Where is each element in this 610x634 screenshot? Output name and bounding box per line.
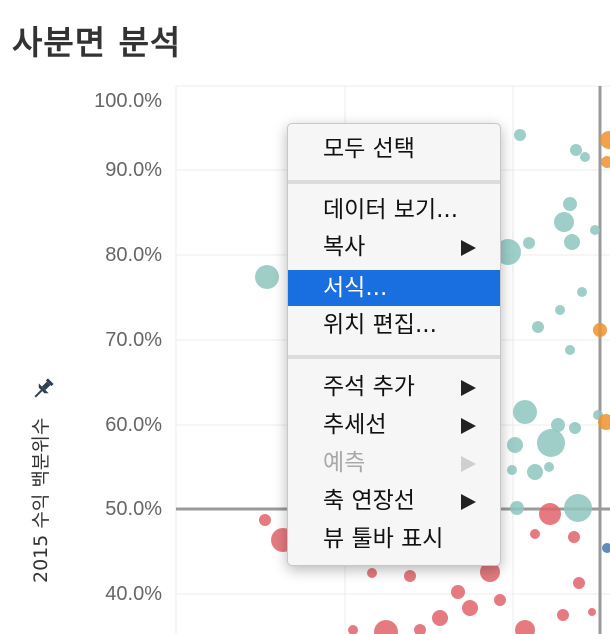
data-point — [532, 321, 544, 333]
menu-item-label: 데이터 보기... — [323, 197, 459, 223]
menu-item-add-annotation[interactable]: 주석 추가 — [288, 369, 500, 405]
menu-separator — [288, 355, 500, 359]
data-point — [374, 620, 398, 634]
menu-item-forecast: 예측 — [288, 445, 500, 481]
data-point — [580, 152, 590, 162]
data-point — [577, 287, 587, 297]
menu-item-label: 서식... — [323, 275, 388, 301]
data-point — [544, 462, 554, 472]
data-point — [527, 464, 543, 480]
data-point — [539, 503, 561, 525]
submenu-arrow-icon — [461, 494, 476, 510]
data-point — [451, 585, 465, 599]
data-point — [555, 305, 565, 315]
data-point — [530, 529, 540, 539]
submenu-arrow-icon — [461, 418, 476, 434]
menu-item-edit-location[interactable]: 위치 편집... — [288, 307, 500, 343]
data-point — [404, 570, 416, 582]
data-point — [414, 624, 426, 634]
data-point — [570, 144, 582, 156]
menu-item-label: 예측 — [323, 450, 366, 476]
menu-item-format[interactable]: 서식... — [288, 270, 500, 306]
data-point — [563, 197, 577, 211]
data-point — [551, 418, 565, 432]
menu-item-label: 뷰 툴바 표시 — [323, 526, 444, 552]
data-point — [554, 212, 574, 232]
menu-item-label: 축 연장선 — [323, 488, 415, 514]
data-point — [494, 594, 506, 606]
data-point — [568, 531, 580, 543]
data-point — [565, 345, 575, 355]
data-point — [588, 608, 596, 616]
menu-item-label: 복사 — [323, 234, 366, 260]
data-point — [514, 129, 526, 141]
data-point — [510, 501, 524, 515]
menu-item-copy[interactable]: 복사 — [288, 229, 500, 265]
menu-item-view-data[interactable]: 데이터 보기... — [288, 192, 500, 228]
data-point — [259, 514, 271, 526]
data-point — [507, 465, 517, 475]
submenu-arrow-icon — [461, 380, 476, 396]
data-point — [569, 422, 581, 434]
data-point — [564, 494, 592, 522]
menu-item-label: 위치 편집... — [323, 312, 437, 338]
menu-item-trend-lines[interactable]: 추세선 — [288, 407, 500, 443]
data-point — [513, 400, 537, 424]
submenu-arrow-icon — [461, 240, 476, 256]
menu-item-label: 모두 선택 — [323, 136, 415, 162]
data-point — [523, 237, 535, 249]
data-point — [601, 156, 610, 168]
data-point — [537, 429, 565, 457]
data-point — [590, 225, 600, 235]
data-point — [602, 543, 610, 553]
data-point — [348, 625, 358, 634]
data-point — [255, 265, 279, 289]
data-point — [557, 609, 569, 621]
data-point — [593, 323, 607, 337]
data-point — [573, 577, 585, 589]
submenu-arrow-icon — [461, 456, 476, 472]
data-point — [564, 234, 580, 250]
data-point — [462, 600, 478, 616]
data-point — [432, 610, 448, 626]
menu-item-show-toolbar[interactable]: 뷰 툴바 표시 — [288, 521, 500, 557]
context-menu: 모두 선택 데이터 보기... 복사 서식... 위치 편집... 주석 추가 … — [287, 123, 501, 566]
data-point — [367, 568, 377, 578]
menu-item-label: 추세선 — [323, 412, 387, 438]
menu-item-select-all[interactable]: 모두 선택 — [288, 131, 500, 167]
menu-separator — [288, 180, 500, 184]
data-point — [515, 620, 535, 634]
data-point — [507, 437, 523, 453]
menu-item-axis-extension[interactable]: 축 연장선 — [288, 483, 500, 519]
menu-item-label: 주석 추가 — [323, 374, 415, 400]
